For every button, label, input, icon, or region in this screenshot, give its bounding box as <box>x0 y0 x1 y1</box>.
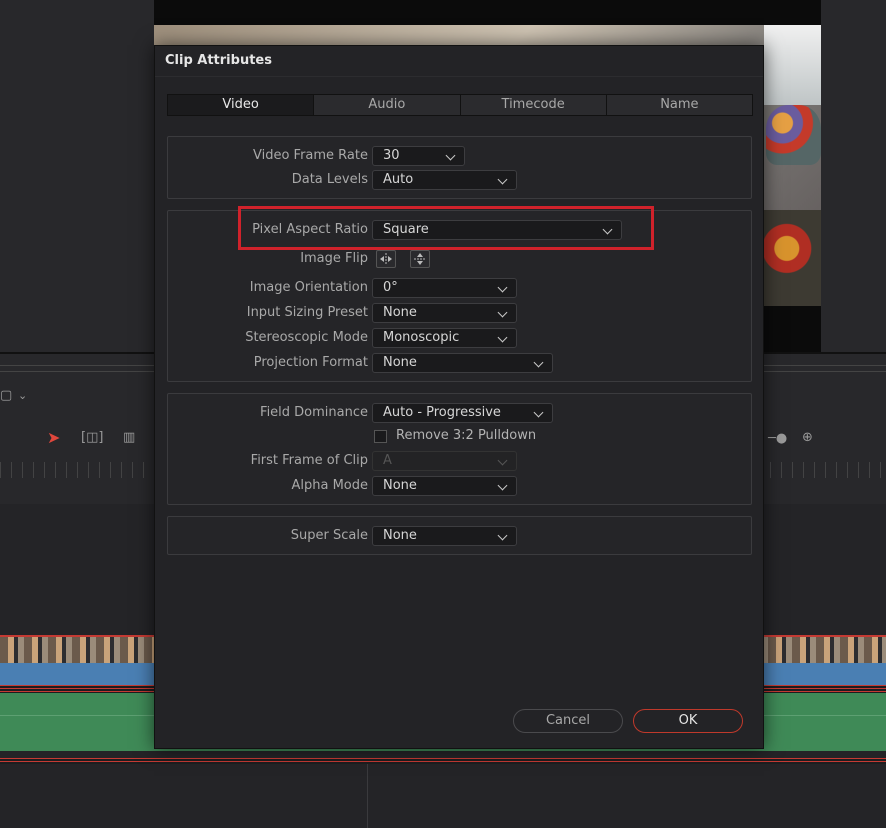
chevron-down-icon <box>497 282 508 293</box>
video-frame-rate-select[interactable]: 30 <box>372 146 465 166</box>
right-panel <box>821 0 886 352</box>
input-sizing-preset-label: Input Sizing Preset <box>246 305 368 320</box>
chevron-down-icon <box>497 530 508 541</box>
field-dominance-select[interactable]: Auto - Progressive <box>372 403 553 423</box>
video-frame-rate-label: Video Frame Rate <box>252 148 368 163</box>
screen: ▢ ⌄ ➤ [◫] ▥ ─● ⊕ Clip Attributes Video A… <box>0 0 886 828</box>
zoom-in-icon[interactable]: ⊕ <box>802 430 813 445</box>
ok-button[interactable]: OK <box>633 709 743 733</box>
frame-rate-group: Video Frame Rate 30 Data Levels Auto <box>167 136 752 199</box>
remove-pulldown-label: Remove 3:2 Pulldown <box>396 428 537 443</box>
chevron-down-icon <box>497 332 508 343</box>
chevron-down-icon <box>445 150 456 161</box>
tab-timecode[interactable]: Timecode <box>461 95 607 115</box>
tab-bar: Video Audio Timecode Name <box>167 94 753 116</box>
remove-pulldown-checkbox[interactable] <box>374 430 387 443</box>
flip-horizontal-icon[interactable] <box>376 250 396 268</box>
data-levels-label: Data Levels <box>291 172 368 187</box>
chevron-down-icon <box>497 480 508 491</box>
first-frame-select: A <box>372 451 517 471</box>
zoom-slider-handle[interactable]: ─● <box>768 431 787 446</box>
field-dominance-label: Field Dominance <box>260 405 368 420</box>
input-sizing-preset-select[interactable]: None <box>372 303 517 323</box>
super-scale-group: Super Scale None <box>167 516 752 555</box>
chevron-down-icon <box>533 357 544 368</box>
image-orientation-label: Image Orientation <box>249 280 368 295</box>
blade-tool-icon[interactable]: ▥ <box>123 430 135 445</box>
super-scale-select[interactable]: None <box>372 526 517 546</box>
image-flip-label: Image Flip <box>300 251 368 266</box>
chevron-down-icon[interactable]: ⌄ <box>18 389 27 402</box>
projection-format-label: Projection Format <box>253 355 368 370</box>
stereoscopic-mode-select[interactable]: Monoscopic <box>372 328 517 348</box>
alpha-mode-label: Alpha Mode <box>291 478 368 493</box>
super-scale-label: Super Scale <box>290 528 368 543</box>
chevron-down-icon <box>533 407 544 418</box>
alpha-mode-select[interactable]: None <box>372 476 517 496</box>
stereoscopic-mode-label: Stereoscopic Mode <box>245 330 368 345</box>
data-levels-select[interactable]: Auto <box>372 170 517 190</box>
first-frame-label: First Frame of Clip <box>250 453 368 468</box>
cancel-button[interactable]: Cancel <box>513 709 623 733</box>
clip-attributes-dialog: Clip Attributes Video Audio Timecode Nam… <box>154 45 764 749</box>
trim-tool-icon[interactable]: [◫] <box>81 430 103 445</box>
dialog-title: Clip Attributes <box>165 53 272 68</box>
pointer-tool-icon[interactable]: ➤ <box>47 428 60 447</box>
highlight-box <box>238 206 654 250</box>
chevron-down-icon <box>497 174 508 185</box>
left-panel <box>0 0 154 352</box>
image-orientation-select[interactable]: 0° <box>372 278 517 298</box>
chevron-down-icon <box>497 455 508 466</box>
tab-audio[interactable]: Audio <box>314 95 461 115</box>
projection-format-select[interactable]: None <box>372 353 553 373</box>
field-group: Field Dominance Auto - Progressive Remov… <box>167 393 752 505</box>
chevron-down-icon <box>497 307 508 318</box>
tab-name[interactable]: Name <box>607 95 752 115</box>
tab-video[interactable]: Video <box>168 95 315 115</box>
flip-vertical-icon[interactable] <box>410 250 430 268</box>
timeline-view-icon[interactable]: ▢ <box>0 388 12 403</box>
